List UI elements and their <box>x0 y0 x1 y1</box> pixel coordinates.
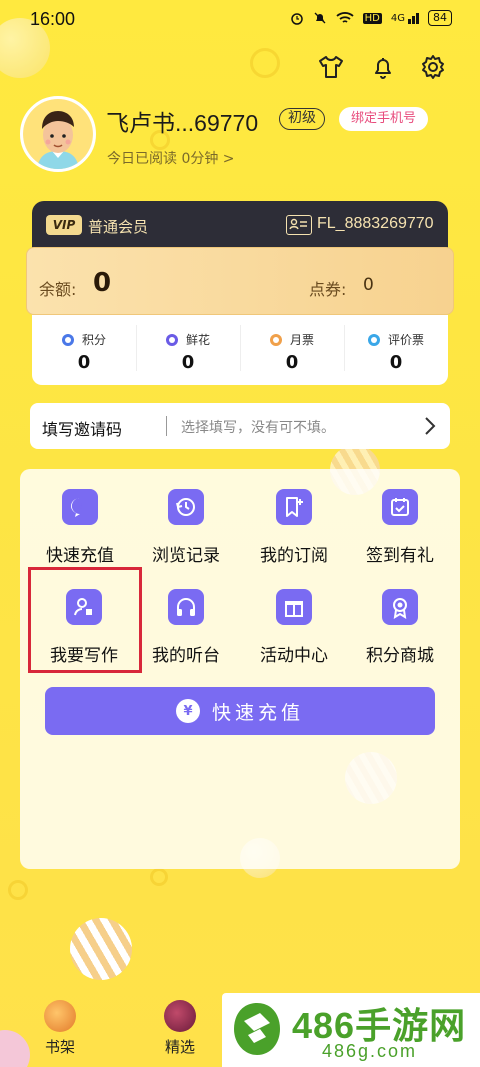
hd-icon: HD <box>362 12 382 24</box>
reading-time-link[interactable]: 今日已阅读 0分钟 > <box>107 148 235 168</box>
stat-label: 月票 <box>289 333 314 347</box>
vip-badge: VIP <box>46 215 82 235</box>
stat-value: 0 <box>181 352 195 373</box>
level-badge: 初级 <box>279 108 325 130</box>
quick-recharge-button[interactable]: ¥ 快速充值 <box>45 687 435 735</box>
avatar[interactable] <box>20 96 96 172</box>
points-icon <box>61 333 74 346</box>
yuan-icon: ¥ <box>175 699 200 723</box>
coupon-value: 0 <box>363 275 374 295</box>
headphones-icon <box>168 589 204 625</box>
featured-icon <box>164 1000 196 1032</box>
stat-label: 评价票 <box>387 333 424 347</box>
nav-label: 精选 <box>164 1038 195 1056</box>
recharge-button-label: 快速充值 <box>211 701 304 724</box>
battery-indicator: 84 <box>428 10 452 26</box>
invite-code-row[interactable]: 填写邀请码 选择填写，没有可不填。 <box>30 403 450 449</box>
service-label: 签到有礼 <box>366 546 434 566</box>
stat-review-ticket[interactable]: 评价票 0 <box>344 315 448 385</box>
stat-value: 0 <box>77 352 91 373</box>
calendar-check-icon <box>382 489 418 525</box>
bell-icon[interactable] <box>366 50 400 84</box>
stat-flowers[interactable]: 鲜花 0 <box>136 315 240 385</box>
balance-label: 余额: <box>39 280 77 299</box>
stat-monthly-ticket[interactable]: 月票 0 <box>240 315 344 385</box>
service-label: 快速充值 <box>46 546 114 566</box>
yuan-chat-icon: ¥ <box>62 489 98 525</box>
service-label: 积分商城 <box>366 646 434 666</box>
service-events[interactable]: 活动中心 <box>240 571 348 666</box>
stat-points[interactable]: 积分 0 <box>32 315 136 385</box>
service-label: 我的听台 <box>152 646 220 666</box>
service-quick-recharge[interactable]: ¥ 快速充值 <box>26 471 134 566</box>
service-label: 活动中心 <box>260 646 328 666</box>
review-ticket-icon <box>367 333 380 346</box>
decor-swirl <box>8 880 28 900</box>
stat-value: 0 <box>285 352 299 373</box>
invite-label: 填写邀请码 <box>42 420 123 439</box>
mute-bell-icon <box>314 12 326 24</box>
highlight-box <box>28 567 142 673</box>
balance-value: 0 <box>93 268 112 298</box>
divider <box>166 416 167 436</box>
invite-placeholder: 选择填写，没有可不填。 <box>181 420 335 436</box>
chevron-right-icon[interactable] <box>420 415 440 437</box>
gear-icon[interactable] <box>416 50 450 84</box>
id-card-icon <box>286 215 312 235</box>
user-id: FL_8883269770 <box>317 215 434 232</box>
service-points-mall[interactable]: 积分商城 <box>346 571 454 666</box>
decor-orb <box>0 1030 30 1067</box>
decor-swirl <box>150 868 168 886</box>
nav-label: 书架 <box>44 1038 75 1056</box>
flower-icon <box>165 333 178 346</box>
status-bar: 16:00 HD 4G 84 <box>0 0 480 40</box>
service-audio[interactable]: 我的听台 <box>132 571 240 666</box>
service-subscriptions[interactable]: 我的订阅 <box>240 471 348 566</box>
service-label: 浏览记录 <box>152 546 220 566</box>
stat-label: 鲜花 <box>185 333 210 347</box>
watermark-logo-icon <box>234 1003 280 1055</box>
bookshelf-icon <box>44 1000 76 1032</box>
coupon-label: 点券: <box>309 280 347 299</box>
balance-card[interactable]: 余额: 0 点券: 0 <box>26 247 454 315</box>
vip-level-label: 普通会员 <box>88 218 149 236</box>
signal-icon: 4G <box>390 12 419 24</box>
service-label: 我的订阅 <box>260 546 328 566</box>
decor-orb <box>70 918 132 980</box>
alarm-icon <box>290 13 303 25</box>
status-icons: HD 4G 84 <box>290 10 452 26</box>
service-checkin[interactable]: 签到有礼 <box>346 471 454 566</box>
services-panel: ¥ 快速充值 浏览记录 我的订阅 签到有礼 我要写作 我的听台 活动中心 积分商… <box>20 469 460 869</box>
status-time: 16:00 <box>30 9 76 29</box>
nav-featured[interactable]: 精选 <box>150 1000 210 1057</box>
svg-text:¥: ¥ <box>77 503 83 513</box>
nav-bookshelf[interactable]: 书架 <box>30 1000 90 1057</box>
stat-label: 积分 <box>81 333 106 347</box>
stat-value: 0 <box>389 352 403 373</box>
decor-swirl <box>250 48 280 78</box>
username[interactable]: 飞卢书...69770 <box>106 104 258 138</box>
stats-card: 积分 0 鲜花 0 月票 0 评价票 0 <box>32 315 448 385</box>
gift-icon <box>276 589 312 625</box>
bind-phone-button[interactable]: 绑定手机号 <box>339 107 429 131</box>
watermark: 486手游网 486g.com <box>222 993 480 1067</box>
history-icon <box>168 489 204 525</box>
medal-icon <box>382 589 418 625</box>
watermark-subtitle: 486g.com <box>322 1041 418 1061</box>
wifi-icon <box>336 12 354 23</box>
tshirt-icon[interactable] <box>314 50 348 84</box>
ticket-icon <box>269 333 282 346</box>
bookmark-add-icon <box>276 489 312 525</box>
network-label: 4G <box>390 12 405 24</box>
service-history[interactable]: 浏览记录 <box>132 471 240 566</box>
